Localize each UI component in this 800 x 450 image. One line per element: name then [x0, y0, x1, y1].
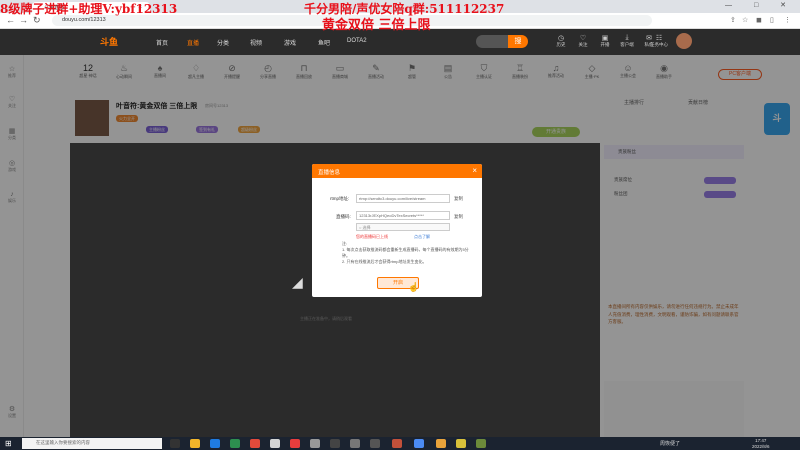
- nav-video[interactable]: 视频: [250, 38, 262, 47]
- taskbar: ⊞ 在这里输入你要搜索的内容 周恢便了 17:47 2022/8/6: [0, 437, 800, 450]
- nav-yuba[interactable]: 鱼吧: [318, 38, 330, 47]
- key-label: 直播码:: [336, 214, 351, 219]
- key-status: 您的直播码已上线: [356, 234, 388, 239]
- app-icon[interactable]: [230, 439, 240, 448]
- close-icon[interactable]: ×: [472, 166, 477, 175]
- menu-icon[interactable]: ⋮: [784, 16, 791, 24]
- camera-icon: ▣: [601, 35, 609, 42]
- loading-icon: ◢: [292, 274, 303, 290]
- app-icon[interactable]: [290, 439, 300, 448]
- rtmp-label: rtmp地址:: [330, 196, 350, 201]
- note-title: 注:: [342, 241, 348, 246]
- app-icon[interactable]: [330, 439, 340, 448]
- header-client[interactable]: ⤓ 客户端: [616, 34, 638, 48]
- nav-category[interactable]: 分类: [217, 38, 229, 47]
- copy-key-button[interactable]: 复制: [454, 214, 463, 220]
- share-icon[interactable]: ⇪: [730, 16, 736, 24]
- app-icon[interactable]: [250, 439, 260, 448]
- history-icon: ◷: [557, 35, 565, 42]
- learn-more-link[interactable]: 点击了解: [414, 234, 430, 240]
- edge-icon[interactable]: [210, 439, 220, 448]
- header-history[interactable]: ◷ 历史: [550, 34, 572, 48]
- rtmp-field[interactable]: rtmp://sendtc3.douyu.com/live/stream: [356, 194, 450, 203]
- nav-live[interactable]: 直播: [187, 38, 199, 47]
- note-1: 1. 每次点击获取推流码都会重新生成直播码，每个直播码的有效期为5分钟。: [342, 247, 469, 258]
- split-icon[interactable]: ▯: [770, 16, 774, 24]
- key-select[interactable]: ○ 选择: [356, 223, 450, 231]
- note-2: 2. 只有在线推流后才会获得rtmp地址发生变化。: [342, 259, 427, 264]
- windows-start-icon[interactable]: ⊞: [5, 439, 12, 448]
- extension-icon[interactable]: ◼: [756, 16, 762, 24]
- modal-header: 直播信息 ×: [312, 164, 482, 178]
- heart-icon: ♡: [579, 35, 587, 42]
- search-button[interactable]: 搜: [508, 35, 528, 48]
- app-icon[interactable]: [436, 439, 446, 448]
- weather-widget[interactable]: 周恢便了: [660, 440, 680, 447]
- app-icon[interactable]: [392, 439, 402, 448]
- cursor-icon: ☝: [408, 282, 420, 292]
- nav-home[interactable]: 首页: [156, 38, 168, 47]
- overlay-center-text: 黄金双倍 三倍上限: [322, 18, 431, 33]
- file-explorer-icon[interactable]: [190, 439, 200, 448]
- copy-rtmp-button[interactable]: 复制: [454, 196, 463, 202]
- key-field[interactable]: 12313rJEXpHQeoDvTexSecrets*****: [356, 211, 450, 220]
- header-follow[interactable]: ♡ 关注: [572, 34, 594, 48]
- user-avatar[interactable]: [676, 33, 692, 49]
- header-task[interactable]: ☷ 任务中心: [648, 34, 670, 48]
- app-icon[interactable]: [476, 439, 486, 448]
- app-icon[interactable]: [270, 439, 280, 448]
- modal-title: 直播信息: [318, 170, 341, 176]
- nav-dota2[interactable]: DOTA2: [347, 38, 367, 44]
- task-icon: ☷: [655, 35, 663, 42]
- app-icon[interactable]: [370, 439, 380, 448]
- site-logo[interactable]: 斗鱼: [100, 35, 118, 48]
- app-icon[interactable]: [350, 439, 360, 448]
- header-broadcast[interactable]: ▣ 开播: [594, 34, 616, 48]
- nav-game[interactable]: 游戏: [284, 38, 296, 47]
- task-view-icon[interactable]: [170, 439, 180, 448]
- download-icon: ⤓: [625, 34, 629, 41]
- overlay-left-text: 8级牌子进群+助理V:ybf12313: [0, 2, 178, 16]
- chrome-icon[interactable]: [414, 439, 424, 448]
- taskbar-search[interactable]: 在这里输入你要搜索的内容: [22, 438, 162, 449]
- bookmark-icon[interactable]: ☆: [742, 16, 748, 24]
- clock[interactable]: 17:47 2022/8/6: [752, 438, 770, 449]
- app-icon[interactable]: [456, 439, 466, 448]
- app-icon[interactable]: [310, 439, 320, 448]
- window-controls[interactable]: — □ ✕: [725, 1, 796, 9]
